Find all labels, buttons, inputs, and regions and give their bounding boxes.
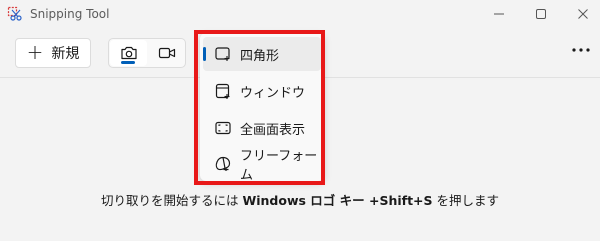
minimize-icon (494, 13, 504, 15)
new-snip-label: 新規 (51, 46, 80, 62)
selected-mode-indicator (121, 61, 135, 64)
video-camera-icon (158, 47, 176, 59)
highlight-annotation-box (194, 30, 325, 185)
close-button[interactable] (572, 4, 594, 24)
window-title: Snipping Tool (30, 7, 110, 21)
maximize-icon (536, 9, 546, 19)
new-snip-button[interactable]: + 新規 (15, 38, 91, 68)
video-mode-button[interactable] (149, 40, 185, 66)
more-options-button[interactable] (570, 44, 592, 60)
more-icon (572, 48, 590, 52)
camera-icon (120, 46, 137, 60)
hint-prefix: 切り取りを開始するには (100, 193, 239, 208)
screenshot-mode-button[interactable] (110, 40, 147, 66)
snipping-tool-app-icon (7, 6, 22, 21)
capture-mode-toggle (108, 38, 186, 68)
hint-keys: Windows ロゴ キー +Shift+S (242, 193, 433, 208)
hint-suffix: を押します (436, 193, 500, 208)
close-icon (578, 9, 588, 19)
minimize-button[interactable] (488, 4, 510, 24)
maximize-button[interactable] (530, 4, 552, 24)
plus-icon: + (26, 40, 44, 64)
keyboard-shortcut-hint: 切り取りを開始するには Windows ロゴ キー +Shift+S を押します (0, 190, 600, 209)
title-bar: Snipping Tool (0, 0, 600, 30)
